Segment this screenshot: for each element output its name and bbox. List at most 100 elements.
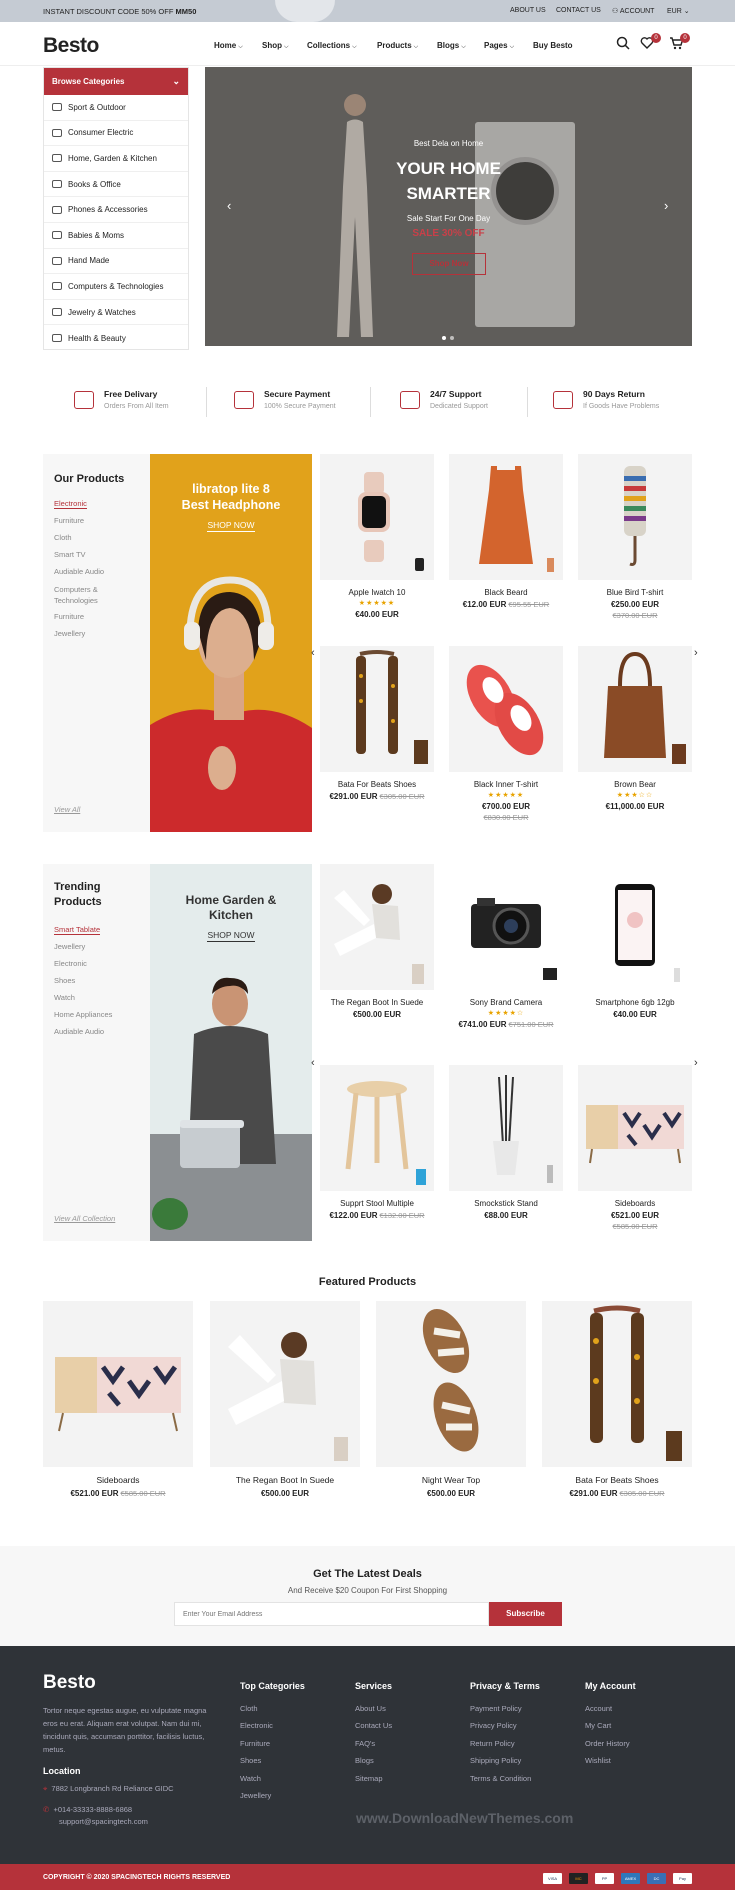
about-link[interactable]: ABOUT US	[510, 7, 546, 14]
product-name[interactable]: Brown Bear	[578, 780, 692, 789]
currency-select[interactable]: EUR ⌄	[667, 7, 690, 15]
account-link[interactable]: ⚇ ACCOUNT	[612, 7, 654, 15]
footer-link[interactable]: Privacy Policy	[470, 1721, 517, 1730]
nav-blogs[interactable]: Blogs ⌵	[437, 41, 466, 51]
contact-link[interactable]: CONTACT US	[556, 7, 601, 14]
hero-next-arrow[interactable]: ›	[664, 198, 668, 213]
footer-link[interactable]: Payment Policy	[470, 1704, 522, 1713]
product-card[interactable]: Blue Bird T-shirt €250.00 EUR €370.00 EU…	[578, 454, 692, 620]
product-card[interactable]: Sideboards €521.00 EUR €585.00 EUR	[578, 1065, 692, 1231]
filter-home-appliances[interactable]: Home Appliances	[54, 1010, 112, 1019]
footer-link[interactable]: Furniture	[240, 1739, 270, 1748]
footer-link[interactable]: Order History	[585, 1739, 630, 1748]
footer-link[interactable]: Shoes	[240, 1756, 261, 1765]
featured-card[interactable]: Bata For Beats Shoes €291.00 EUR €305.00 …	[542, 1301, 692, 1498]
product-name[interactable]: Smockstick Stand	[449, 1199, 563, 1208]
footer-link[interactable]: Sitemap	[355, 1774, 383, 1783]
wishlist-icon[interactable]: 0	[640, 33, 661, 52]
hero-shop-now-button[interactable]: Shop Now	[412, 253, 486, 275]
footer-link[interactable]: My Cart	[585, 1721, 611, 1730]
category-jewelry[interactable]: Jewelry & Watches	[44, 300, 188, 326]
product-card[interactable]: Black Beard €12.00 EUR €95.55 EUR	[449, 454, 563, 609]
nav-collections[interactable]: Collections ⌵	[307, 41, 357, 51]
filter-electronic[interactable]: Electronic	[54, 499, 87, 509]
view-all-collection-link[interactable]: View All Collection	[54, 1214, 115, 1223]
filter-furniture[interactable]: Furniture	[54, 516, 84, 525]
banner-shop-now[interactable]: SHOP NOW	[150, 520, 312, 532]
products-next-arrow[interactable]: ›	[694, 647, 698, 659]
product-name[interactable]: Blue Bird T-shirt	[578, 588, 692, 597]
product-name[interactable]: Sideboards	[43, 1475, 193, 1485]
category-home-garden[interactable]: Home, Garden & Kitchen	[44, 146, 188, 172]
product-card[interactable]: Supprt Stool Multiple €122.00 EUR €132.00…	[320, 1065, 434, 1220]
footer-link[interactable]: Watch	[240, 1774, 261, 1783]
footer-link[interactable]: About Us	[355, 1704, 386, 1713]
product-card[interactable]: Sony Brand Camera ★★★★☆ €741.00 EUR €751.…	[449, 864, 563, 1029]
product-card[interactable]: Smockstick Stand €88.00 EUR	[449, 1065, 563, 1220]
banner-shop-now[interactable]: SHOP NOW	[150, 930, 312, 942]
footer-email[interactable]: support@spacingtech.com	[59, 1817, 148, 1826]
filter-computers[interactable]: Computers & Technologies	[54, 584, 134, 606]
filter-electronic[interactable]: Electronic	[54, 959, 87, 968]
product-name[interactable]: Sony Brand Camera	[449, 998, 563, 1007]
logo[interactable]: Besto	[43, 34, 99, 58]
featured-card[interactable]: Sideboards €521.00 EUR €585.00 EUR	[43, 1301, 193, 1498]
footer-link[interactable]: Contact Us	[355, 1721, 392, 1730]
cart-icon[interactable]: 0	[669, 33, 690, 52]
product-name[interactable]: Night Wear Top	[376, 1475, 526, 1485]
filter-smart-tablate[interactable]: Smart Tablate	[54, 925, 101, 935]
hero-prev-arrow[interactable]: ‹	[227, 198, 231, 213]
view-all-link[interactable]: View All	[54, 805, 80, 814]
product-name[interactable]: The Regan Boot In Suede	[320, 998, 434, 1007]
kitchen-banner[interactable]: Home Garden & Kitchen SHOP NOW	[150, 864, 312, 1241]
nav-pages[interactable]: Pages ⌵	[484, 41, 514, 51]
product-card[interactable]: Brown Bear ★★★☆☆ €11,000.00 EUR	[578, 646, 692, 811]
filter-furniture-2[interactable]: Furniture	[54, 612, 84, 621]
footer-phone[interactable]: ✆ +014-33333-8888-6868	[43, 1805, 132, 1814]
footer-link[interactable]: Account	[585, 1704, 612, 1713]
email-input[interactable]	[174, 1602, 489, 1626]
category-consumer-electric[interactable]: Consumer Electric	[44, 121, 188, 147]
footer-link[interactable]: Cloth	[240, 1704, 258, 1713]
product-name[interactable]: Sideboards	[578, 1199, 692, 1208]
trending-next-arrow[interactable]: ›	[694, 1057, 698, 1069]
nav-home[interactable]: Home ⌵	[214, 41, 243, 51]
product-name[interactable]: Black Beard	[449, 588, 563, 597]
footer-logo[interactable]: Besto	[43, 1672, 96, 1694]
product-name[interactable]: Bata For Beats Shoes	[542, 1475, 692, 1485]
footer-link[interactable]: Terms & Condition	[470, 1774, 531, 1783]
footer-link[interactable]: FAQ's	[355, 1739, 375, 1748]
category-health[interactable]: Health & Beauty	[44, 325, 188, 351]
featured-card[interactable]: The Regan Boot In Suede €500.00 EUR	[210, 1301, 360, 1498]
filter-cloth[interactable]: Cloth	[54, 533, 72, 542]
product-card[interactable]: Smartphone 6gb 12gb €40.00 EUR	[578, 864, 692, 1019]
category-sport-outdoor[interactable]: Sport & Outdoor	[44, 95, 188, 121]
headphone-banner[interactable]: libratop lite 8 Best Headphone SHOP NOW	[150, 454, 312, 832]
search-icon[interactable]	[616, 36, 632, 52]
category-phones[interactable]: Phones & Accessories	[44, 197, 188, 223]
product-name[interactable]: Supprt Stool Multiple	[320, 1199, 434, 1208]
nav-shop[interactable]: Shop ⌵	[262, 41, 289, 51]
filter-audio[interactable]: Audiable Audio	[54, 567, 104, 576]
nav-buy-besto[interactable]: Buy Besto	[533, 41, 573, 50]
product-name[interactable]: Apple Iwatch 10	[320, 588, 434, 597]
filter-audio[interactable]: Audiable Audio	[54, 1027, 104, 1036]
product-name[interactable]: Black Inner T-shirt	[449, 780, 563, 789]
featured-card[interactable]: Night Wear Top €500.00 EUR	[376, 1301, 526, 1498]
hero-dots[interactable]	[442, 333, 458, 342]
footer-link[interactable]: Blogs	[355, 1756, 374, 1765]
filter-smart-tv[interactable]: Smart TV	[54, 550, 86, 559]
product-card[interactable]: Apple Iwatch 10 ★★★★★ €40.00 EUR	[320, 454, 434, 619]
category-hand-made[interactable]: Hand Made	[44, 249, 188, 275]
footer-link[interactable]: Jewellery	[240, 1791, 271, 1800]
products-prev-arrow[interactable]: ‹	[311, 647, 315, 659]
footer-link[interactable]: Return Policy	[470, 1739, 515, 1748]
nav-products[interactable]: Products ⌵	[377, 41, 418, 51]
filter-watch[interactable]: Watch	[54, 993, 75, 1002]
product-card[interactable]: Black Inner T-shirt ★★★★★ €700.00 EUR €8…	[449, 646, 563, 822]
footer-link[interactable]: Electronic	[240, 1721, 273, 1730]
product-card[interactable]: Bata For Beats Shoes €291.00 EUR €305.00 …	[320, 646, 434, 801]
filter-jewellery[interactable]: Jewellery	[54, 629, 85, 638]
footer-link[interactable]: Shipping Policy	[470, 1756, 521, 1765]
category-babies[interactable]: Babies & Moms	[44, 223, 188, 249]
